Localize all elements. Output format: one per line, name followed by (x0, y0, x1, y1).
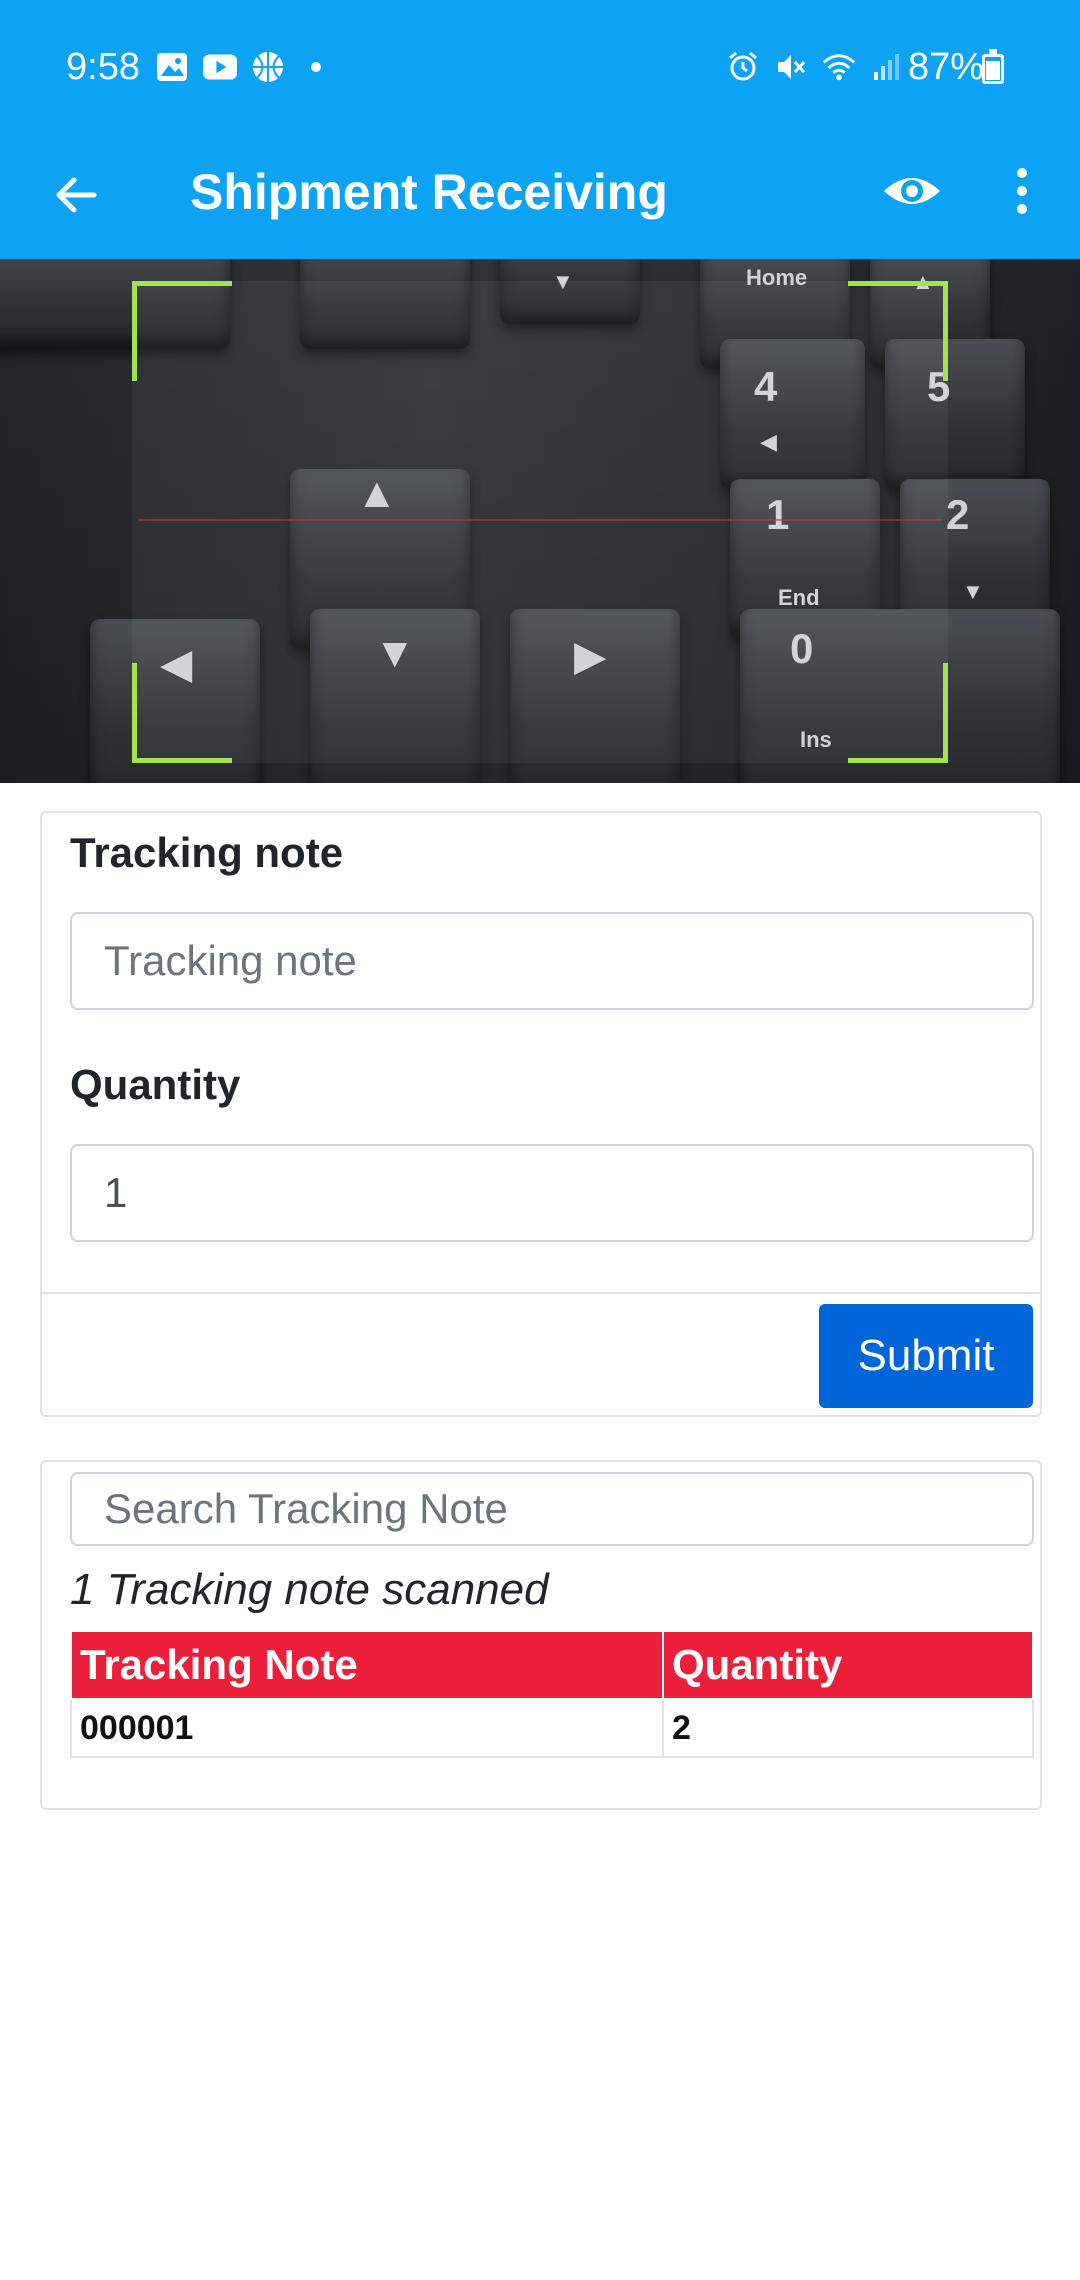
wifi-icon (822, 50, 856, 84)
arrow-left-icon[interactable] (46, 165, 106, 225)
basketball-icon (251, 50, 285, 84)
eye-icon[interactable] (880, 159, 944, 223)
battery-percent: 87% (907, 46, 984, 88)
quantity-input[interactable] (70, 1144, 1034, 1242)
scanned-list-card: 1 Tracking note scanned Tracking Note Qu… (40, 1460, 1042, 1810)
table-header-row: Tracking Note Quantity (70, 1630, 1034, 1700)
column-header-tracking-note: Tracking Note (70, 1630, 664, 1700)
search-tracking-input[interactable] (70, 1472, 1034, 1546)
column-header-quantity: Quantity (662, 1630, 1034, 1700)
dot-icon (299, 50, 333, 84)
submit-button[interactable]: Submit (819, 1304, 1033, 1408)
form-footer: Submit (42, 1292, 1040, 1417)
key-down-small-label: ▼ (962, 579, 984, 604)
notification-icons (155, 50, 333, 84)
scan-corner-bottom-left (132, 663, 232, 763)
barcode-scanner-view[interactable]: ▼ Home ▲ 4 ◀ 5 ▲ 1 End 2 ▼ ◀ ▼ ▶ 0 Ins (0, 259, 1080, 783)
scan-window (132, 281, 948, 763)
scan-line (138, 519, 942, 521)
tracking-table: Tracking Note Quantity 000001 2 (70, 1630, 1034, 1758)
receiving-form-card: Tracking note Quantity Submit (40, 811, 1042, 1417)
image-icon (155, 50, 189, 84)
status-time: 9:58 (66, 46, 140, 88)
mute-icon (774, 50, 808, 84)
system-icons (726, 50, 904, 84)
scan-corner-bottom-right (848, 663, 948, 763)
key-2-label: 2 (946, 491, 970, 538)
quantity-label: Quantity (70, 1061, 241, 1108)
cell-quantity: 2 (662, 1698, 1034, 1758)
scanned-count-text: 1 Tracking note scanned (70, 1565, 549, 1614)
cell-tracking-note: 000001 (70, 1698, 664, 1758)
page-title: Shipment Receiving (190, 164, 668, 220)
top-bar: 9:58 87% Shipment Receiving (0, 0, 1080, 259)
status-bar: 9:58 87% (0, 0, 1080, 135)
tracking-note-input[interactable] (70, 912, 1034, 1010)
battery-icon (982, 49, 1004, 84)
signal-icon (870, 50, 904, 84)
app-bar: Shipment Receiving (0, 135, 1080, 259)
youtube-icon (203, 50, 237, 84)
more-vert-icon[interactable] (1000, 159, 1044, 223)
scan-corner-top-left (132, 281, 232, 381)
alarm-icon (726, 50, 760, 84)
table-row[interactable]: 000001 2 (70, 1698, 1034, 1758)
tracking-note-label: Tracking note (70, 829, 344, 876)
scan-corner-top-right (848, 281, 948, 381)
